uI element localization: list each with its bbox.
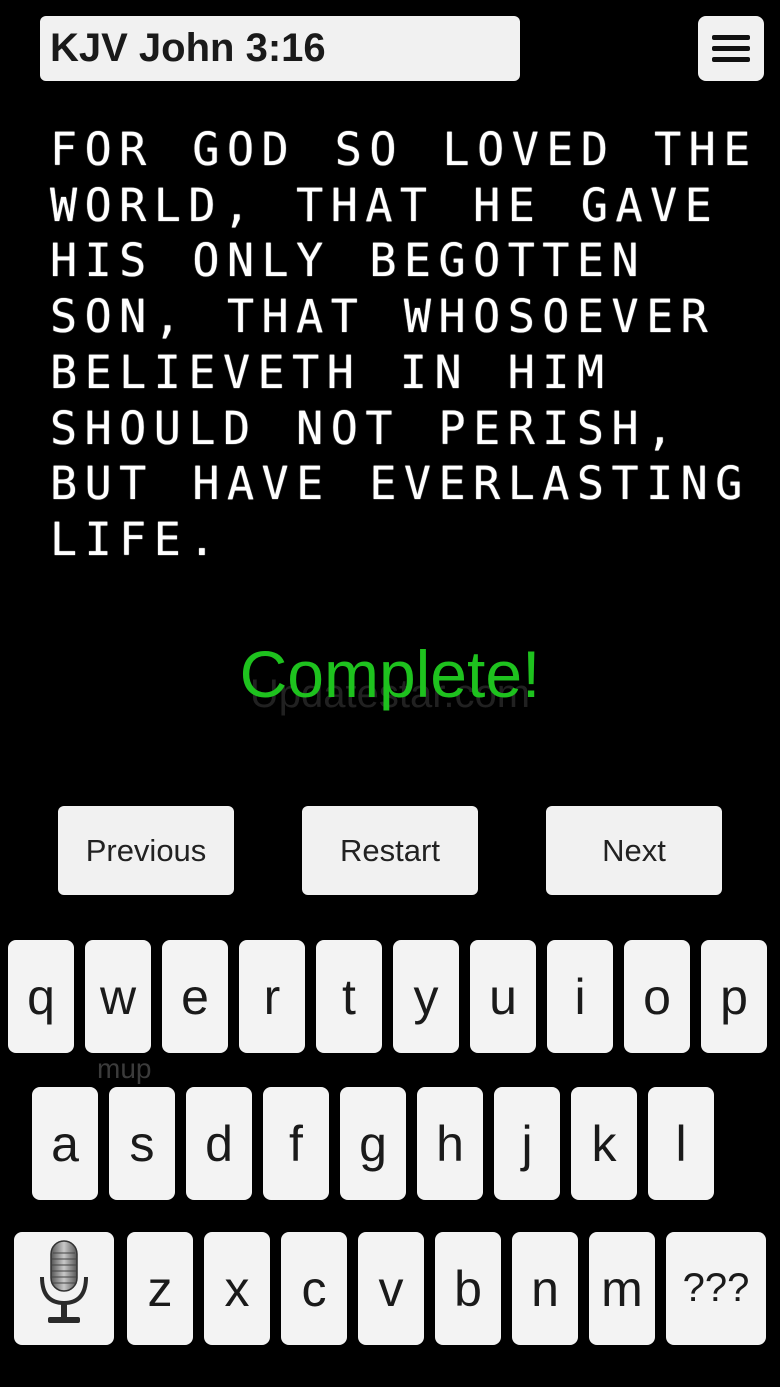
key-n[interactable]: n (512, 1232, 578, 1345)
page-title: KJV John 3:16 (50, 26, 326, 70)
key-x[interactable]: x (204, 1232, 270, 1345)
key-i[interactable]: i (547, 940, 613, 1053)
verse-line: SON, THAT WHOSOEVER (50, 290, 716, 344)
key-o[interactable]: o (624, 940, 690, 1053)
key-e[interactable]: e (162, 940, 228, 1053)
key-h[interactable]: h (417, 1087, 483, 1200)
key-y[interactable]: y (393, 940, 459, 1053)
unknown-letter-key[interactable]: ??? (666, 1232, 766, 1345)
key-c[interactable]: c (281, 1232, 347, 1345)
microphone-icon (34, 1239, 94, 1339)
key-d[interactable]: d (186, 1087, 252, 1200)
verse-line: SHOULD NOT PERISH, (50, 401, 681, 455)
verse-line: FOR GOD SO LOVED THE (50, 123, 758, 176)
key-v[interactable]: v (358, 1232, 424, 1345)
menu-button[interactable] (698, 16, 764, 81)
key-u[interactable]: u (470, 940, 536, 1053)
key-q[interactable]: q (8, 940, 74, 1053)
key-p[interactable]: p (701, 940, 767, 1053)
key-z[interactable]: z (127, 1232, 193, 1345)
verse-line: HIS ONLY BEGOTTEN (50, 234, 647, 288)
key-r[interactable]: r (239, 940, 305, 1053)
key-w[interactable]: w (85, 940, 151, 1053)
hamburger-menu-icon (712, 35, 750, 62)
key-f[interactable]: f (263, 1087, 329, 1200)
restart-button[interactable]: Restart (302, 806, 478, 895)
key-hint-text: mup (97, 1053, 152, 1084)
verse-text: FOR GOD SO LOVED THE WORLD, THAT HE GAVE… (50, 122, 750, 568)
key-t[interactable]: t (316, 940, 382, 1053)
next-button[interactable]: Next (546, 806, 722, 895)
verse-line: BUT HAVE EVERLASTING (50, 457, 750, 511)
key-k[interactable]: k (571, 1087, 637, 1200)
microphone-button[interactable] (14, 1232, 114, 1345)
completion-status: Complete! (239, 637, 541, 711)
verse-line: WORLD, THAT HE GAVE (50, 178, 720, 232)
key-s[interactable]: s (109, 1087, 175, 1200)
key-b[interactable]: b (435, 1232, 501, 1345)
verse-line: LIFE. (50, 512, 223, 566)
key-j[interactable]: j (494, 1087, 560, 1200)
key-m[interactable]: m (589, 1232, 655, 1345)
verse-line: BELIEVETH IN HIM (50, 345, 612, 399)
key-g[interactable]: g (340, 1087, 406, 1200)
key-a[interactable]: a (32, 1087, 98, 1200)
key-l[interactable]: l (648, 1087, 714, 1200)
verse-reference-title: KJV John 3:16 (40, 16, 520, 81)
previous-button[interactable]: Previous (58, 806, 234, 895)
